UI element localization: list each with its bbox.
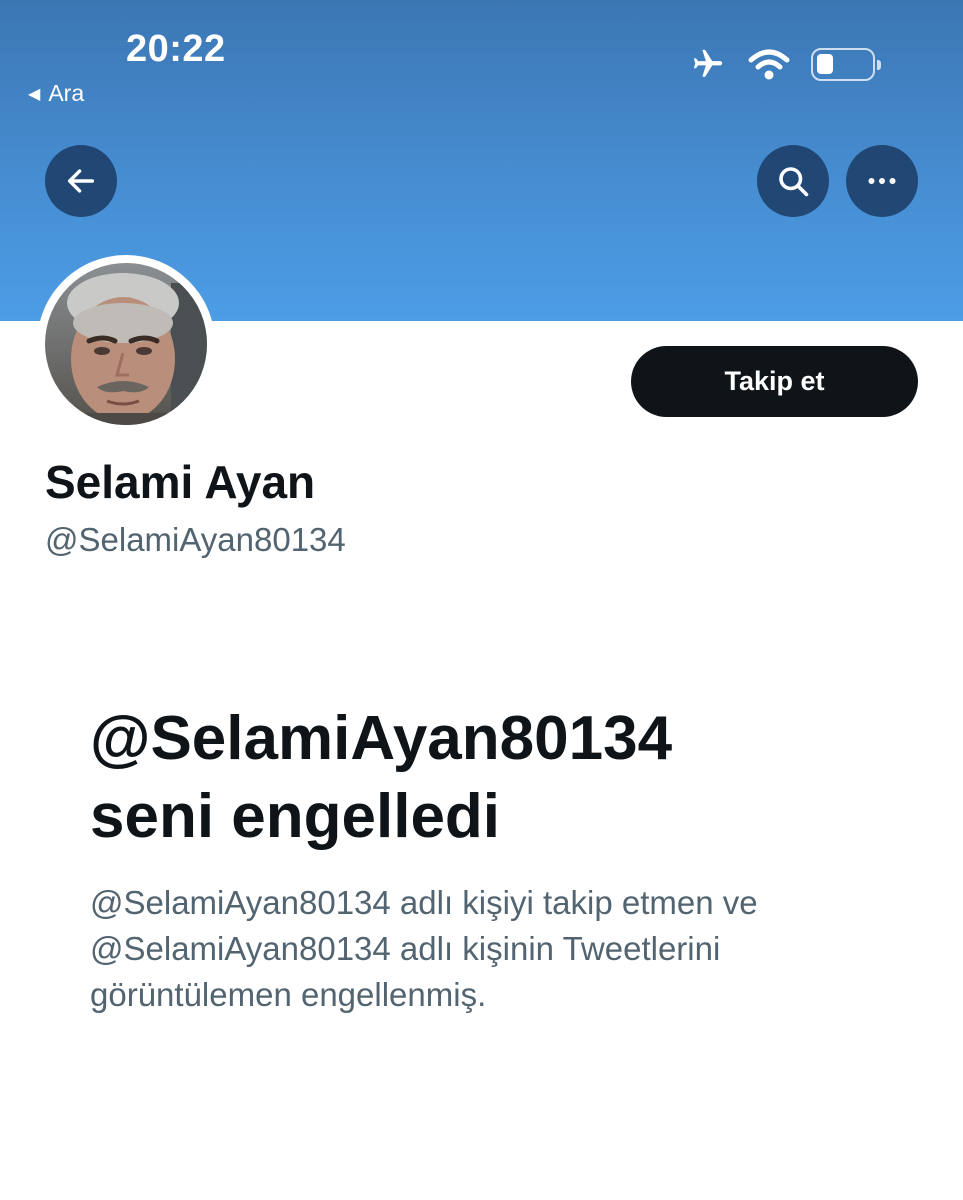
search-button[interactable]	[757, 145, 829, 217]
airplane-icon	[693, 49, 723, 77]
return-app-label: Ara	[48, 80, 85, 106]
blocked-title-text: seni engelledi	[90, 782, 501, 851]
blocked-desc-line: görüntülemen engellenmiş.	[90, 976, 487, 1013]
status-icons	[689, 47, 881, 81]
return-to-app-link[interactable]: ◀ Ara	[28, 80, 84, 107]
avatar[interactable]	[37, 255, 215, 433]
wifi-icon	[748, 49, 790, 80]
blocked-description: @SelamiAyan80134 adlı kişiyi takip etmen…	[90, 880, 930, 1018]
profile-screen: 20:22 ◀ Ara Takip et Selami Ayan @Selami…	[0, 0, 963, 1200]
blocked-title-handle: @SelamiAyan80134	[90, 704, 673, 773]
search-icon	[779, 167, 809, 197]
more-options-button[interactable]	[846, 145, 918, 217]
blocked-desc-line: @SelamiAyan80134 adlı kişiyi takip etmen…	[90, 884, 758, 921]
blocked-desc-line: @SelamiAyan80134 adlı kişinin Tweetlerin…	[90, 930, 721, 967]
follow-button[interactable]: Takip et	[631, 346, 918, 417]
status-time: 20:22	[126, 28, 226, 70]
avatar-photo	[45, 263, 207, 425]
back-button[interactable]	[45, 145, 117, 217]
battery-icon	[811, 47, 881, 81]
blocked-title: @SelamiAyan80134 seni engelledi	[90, 700, 930, 856]
more-horizontal-icon	[868, 178, 896, 184]
arrow-left-icon	[67, 169, 95, 193]
back-triangle-icon: ◀	[28, 85, 41, 103]
profile-display-name: Selami Ayan	[45, 456, 316, 508]
profile-handle: @SelamiAyan80134	[45, 521, 346, 558]
